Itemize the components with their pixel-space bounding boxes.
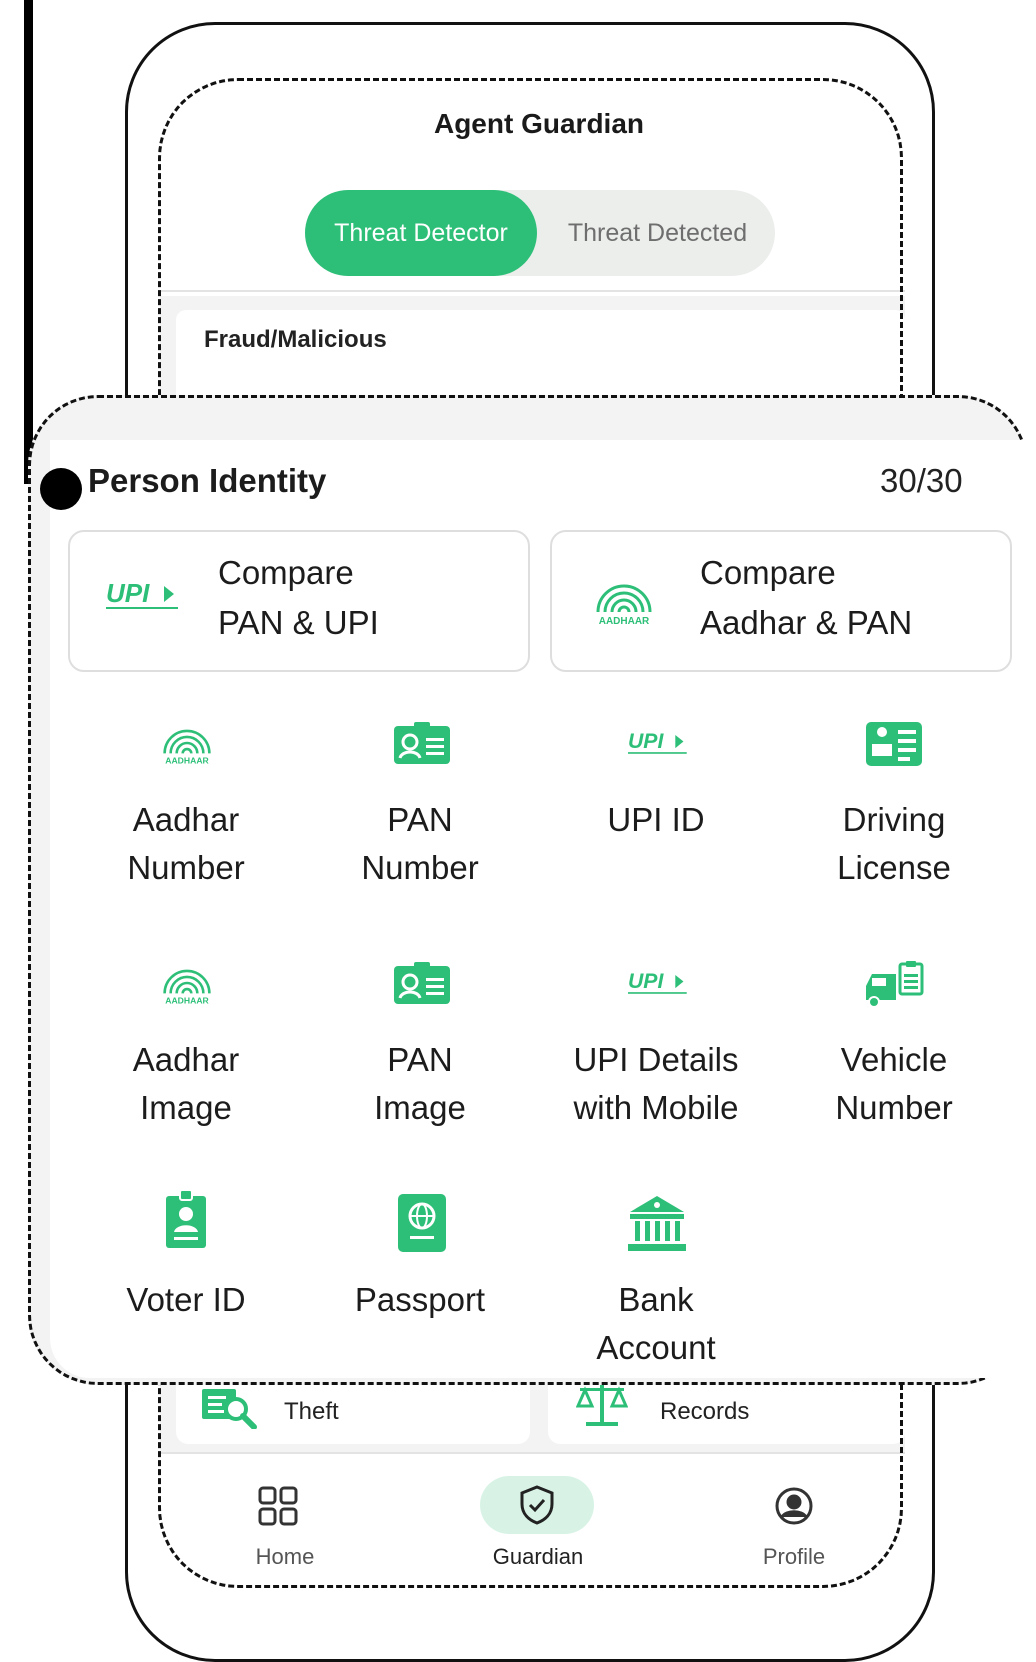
tile-label: with Mobile xyxy=(573,1089,739,1126)
tile-label: UPI ID xyxy=(607,801,705,838)
upi-logo-icon: UPI xyxy=(628,730,690,763)
section-title: Person Identity xyxy=(88,462,327,499)
aadhaar-logo-icon: AADHAAR xyxy=(156,960,218,1011)
svg-text:AADHAAR: AADHAAR xyxy=(165,996,209,1006)
pan-card-icon xyxy=(392,722,452,771)
compare-aadhar-pan-line2: Aadhar & PAN xyxy=(700,604,913,641)
passport-icon xyxy=(396,1192,448,1259)
tile-label: License xyxy=(837,849,951,886)
tile-label: UPI Details xyxy=(573,1041,739,1078)
tile-label: Aadhar xyxy=(132,1041,240,1078)
tile-label: Voter ID xyxy=(126,1281,246,1318)
compare-aadhar-pan-line1: Compare xyxy=(700,554,836,591)
upi-logo-icon: UPI xyxy=(106,578,182,619)
tile-label: Image xyxy=(374,1089,466,1126)
pan-card-icon xyxy=(392,962,452,1011)
bank-icon xyxy=(626,1192,688,1259)
vehicle-icon xyxy=(862,960,926,1015)
section-count: 30/30 xyxy=(880,462,963,499)
aadhaar-logo-icon: AADHAAR xyxy=(156,720,218,771)
aadhaar-logo-icon: AADHAAR xyxy=(588,574,660,631)
svg-text:AADHAAR: AADHAAR xyxy=(599,616,650,626)
tile-label: Aadhar xyxy=(132,801,240,838)
tile-label: Number xyxy=(127,849,245,886)
pointer-dot xyxy=(40,468,82,510)
tile-label: Vehicle xyxy=(840,1041,948,1078)
tile-label: Account xyxy=(596,1329,716,1366)
svg-text:AADHAAR: AADHAAR xyxy=(165,756,209,766)
tile-label: Image xyxy=(140,1089,232,1126)
compare-pan-upi-line2: PAN & UPI xyxy=(218,604,379,641)
voter-id-icon xyxy=(164,1189,208,1255)
tile-label: Driving xyxy=(842,801,946,838)
svg-text:UPI: UPI xyxy=(106,580,150,608)
tile-label: Passport xyxy=(354,1281,486,1318)
svg-text:UPI: UPI xyxy=(628,730,664,753)
tile-label: Bank xyxy=(618,1281,694,1318)
compare-pan-upi-line1: Compare xyxy=(218,554,354,591)
svg-text:UPI: UPI xyxy=(628,970,664,993)
pointer-line xyxy=(24,0,33,484)
tile-label: PAN xyxy=(387,1041,453,1078)
upi-logo-icon: UPI xyxy=(628,970,690,1003)
tile-label: PAN xyxy=(387,801,453,838)
tile-label: Number xyxy=(835,1089,953,1126)
tile-label: Number xyxy=(361,849,479,886)
driving-license-icon xyxy=(864,720,924,773)
